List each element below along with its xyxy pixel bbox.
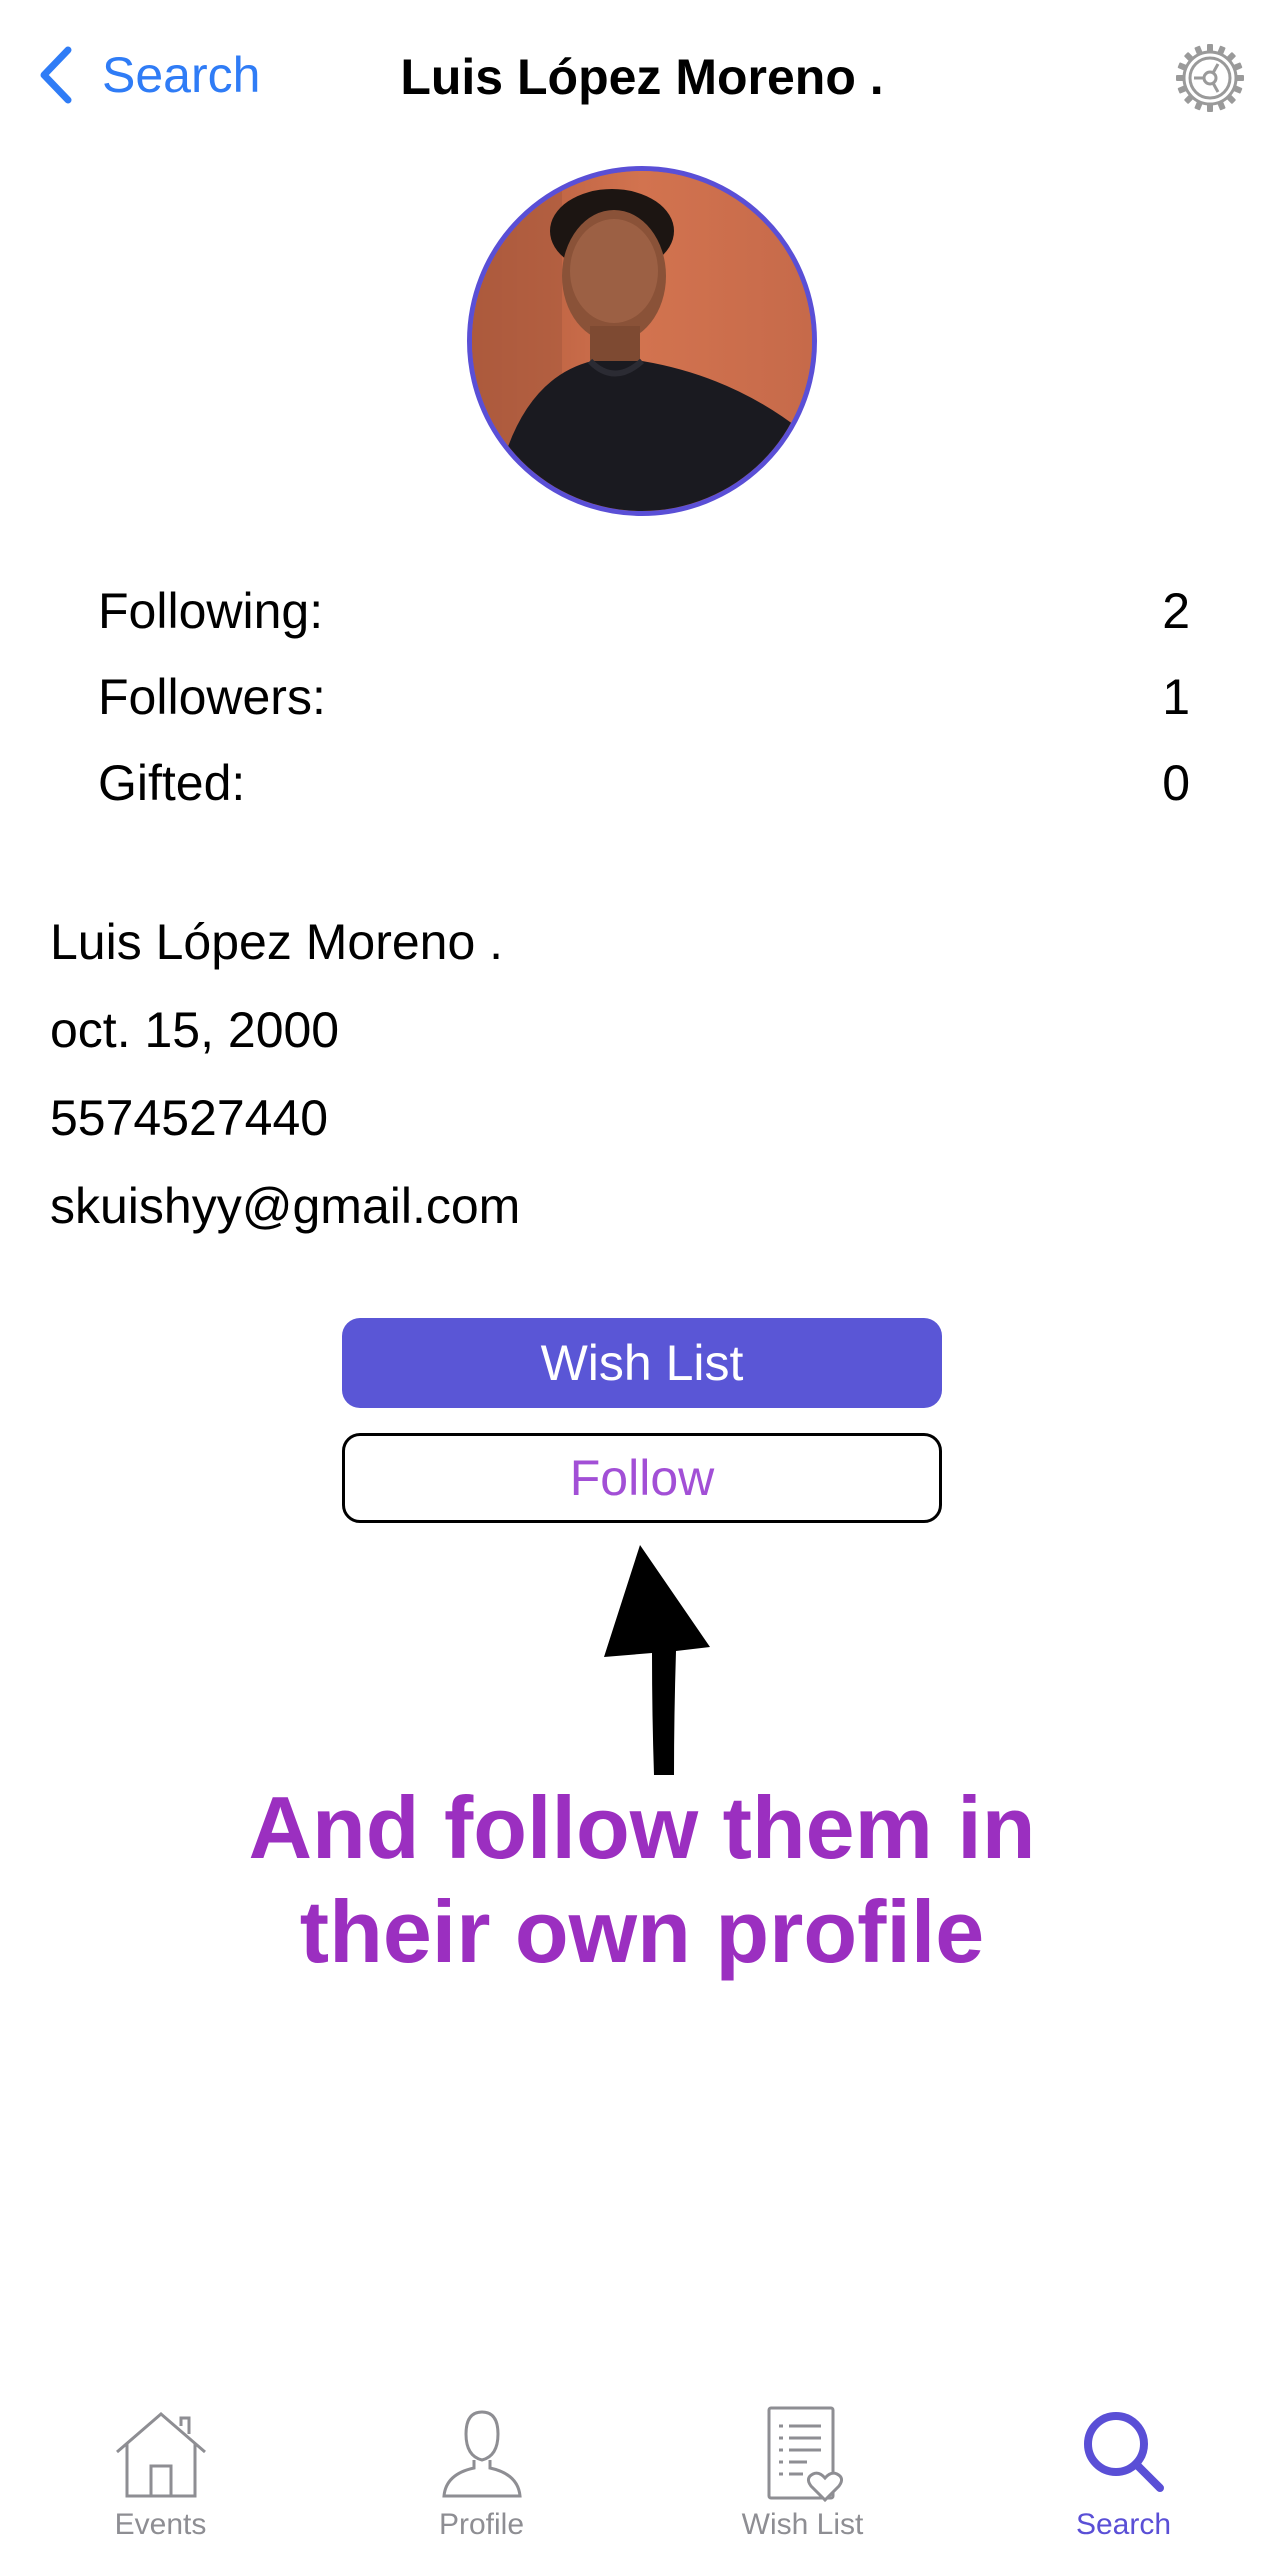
arrow-up-icon [604, 1545, 710, 1775]
profile-name: Luis López Moreno . [50, 914, 504, 970]
tab-label: Events [114, 2508, 207, 2541]
stat-label: Gifted: [98, 755, 246, 811]
annotation-line-1: And follow them in [248, 1778, 1036, 1877]
back-button[interactable]: Search [36, 40, 260, 110]
stat-following[interactable]: Following: 2 [98, 568, 1190, 654]
profile-info: Luis López Moreno . oct. 15, 2000 557452… [50, 898, 1050, 1250]
tab-label: Search [1075, 2508, 1172, 2541]
annotation-line-2: their own profile [299, 1882, 985, 1981]
gear-icon[interactable] [1172, 40, 1248, 116]
back-button-label: Search [102, 47, 261, 103]
tab-label: Profile [438, 2508, 525, 2541]
tab-profile[interactable]: Profile [321, 2390, 642, 2572]
stat-label: Following: [98, 583, 324, 639]
annotation-text: And follow them in their own profile [100, 1776, 1184, 1984]
profile-photo [472, 171, 812, 511]
stat-gifted: Gifted: 0 [98, 740, 1190, 826]
stat-followers[interactable]: Followers: 1 [98, 654, 1190, 740]
tab-search[interactable]: Search [963, 2390, 1284, 2572]
stat-value: 2 [1162, 583, 1190, 639]
person-icon [441, 2410, 522, 2498]
avatar [467, 166, 817, 516]
stat-value: 1 [1162, 669, 1190, 725]
house-icon [115, 2412, 206, 2498]
profile-birthday: oct. 15, 2000 [50, 1002, 340, 1058]
profile-email: skuishyy@gmail.com [50, 1178, 521, 1234]
tab-events[interactable]: Events [0, 2390, 321, 2572]
follow-button[interactable]: Follow [342, 1433, 942, 1523]
profile-phone: 5574527440 [50, 1090, 329, 1146]
stat-value: 0 [1162, 755, 1190, 811]
search-icon [1083, 2412, 1164, 2492]
page-title: Luis López Moreno . [400, 49, 884, 105]
stat-label: Followers: [98, 669, 326, 725]
chevron-left-icon [40, 46, 72, 104]
list-heart-icon [767, 2406, 843, 2503]
stats-section: Following: 2 Followers: 1 Gifted: 0 [98, 568, 1190, 826]
navigation-bar: Search Luis López Moreno . [0, 0, 1284, 150]
tab-label: Wish List [741, 2508, 864, 2541]
tab-bar: Events Profile Wish List Search [0, 2390, 1284, 2572]
wish-list-button[interactable]: Wish List [342, 1318, 942, 1408]
tab-wish-list[interactable]: Wish List [642, 2390, 963, 2572]
